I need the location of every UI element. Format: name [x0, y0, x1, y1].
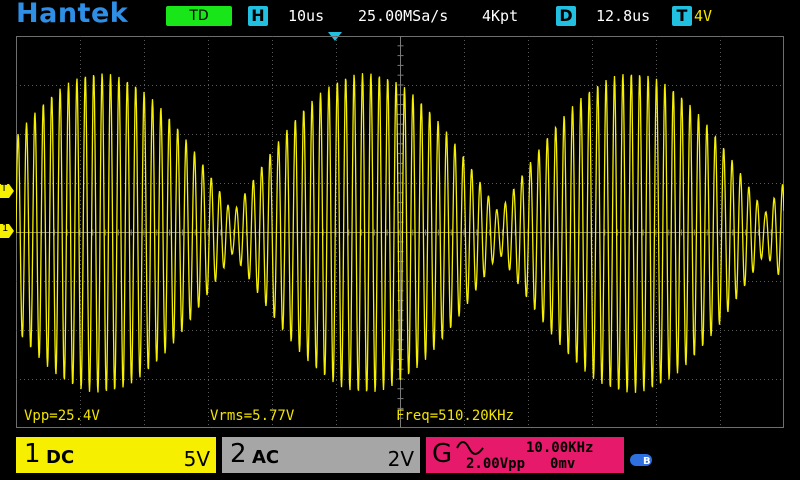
delay-badge: D [556, 6, 576, 26]
sine-icon [456, 441, 484, 455]
timebase-value[interactable]: 10us [288, 7, 324, 25]
trigger-marker-label: T [1, 183, 8, 194]
channel2-panel[interactable]: 2 AC 2V [222, 437, 420, 473]
top-status-bar: Hantek TD H 10us 25.00MSa/s 4Kpt D 12.8u… [0, 0, 800, 32]
channel1-panel[interactable]: 1 DC 5V [16, 437, 216, 473]
generator-offset: 0mv [550, 456, 576, 472]
trigger-level-marker[interactable]: T [0, 183, 14, 198]
channel2-scale: 2V [387, 447, 414, 471]
generator-frequency: 10.00KHz [526, 440, 594, 456]
svg-text:B: B [643, 456, 651, 467]
vrms-measurement: Vrms=5.77V [210, 408, 295, 424]
channel1-scale: 5V [183, 447, 210, 471]
usb-icon: B [630, 454, 652, 467]
memory-depth-value: 4Kpt [482, 7, 519, 25]
sample-rate-value: 25.00MSa/s [358, 7, 449, 25]
freq-measurement: Freq=510.20KHz [396, 408, 515, 424]
delay-value[interactable]: 12.8us [596, 7, 650, 25]
trigger-badge: T [672, 6, 692, 26]
channel2-coupling: AC [252, 447, 280, 468]
channel2-number: 2 [230, 439, 247, 469]
channel1-number: 1 [24, 439, 41, 469]
channel1-coupling: DC [46, 447, 75, 468]
vpp-measurement: Vpp=25.4V [24, 408, 100, 424]
horizontal-badge: H [248, 6, 268, 26]
waveform-display[interactable] [16, 36, 784, 428]
brand-logo: Hantek [16, 0, 129, 29]
run-mode-indicator[interactable]: TD [166, 6, 232, 26]
generator-panel[interactable]: G 10.00KHz 2.00Vpp 0mv [426, 437, 624, 473]
channel1-marker-label: 1 [2, 223, 9, 234]
generator-label: G [432, 439, 453, 469]
channel1-offset-marker[interactable]: 1 [0, 223, 14, 238]
generator-amplitude: 2.00Vpp [466, 456, 526, 472]
trigger-level-value[interactable]: 4V [694, 7, 712, 25]
